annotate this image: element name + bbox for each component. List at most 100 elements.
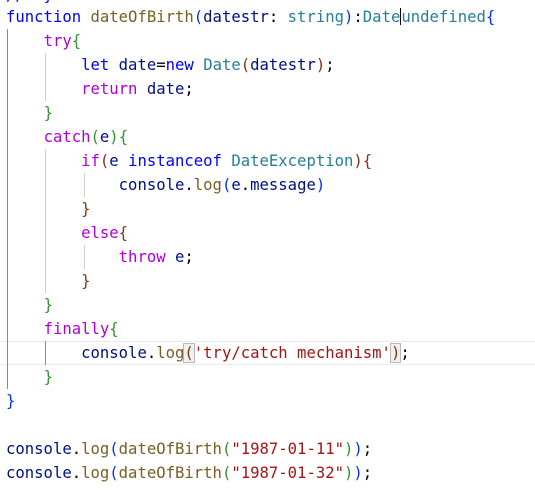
code-token: { [485, 8, 496, 26]
code-token: . [71, 440, 82, 458]
code-token: instanceof [128, 152, 222, 170]
code-token: ( [193, 8, 204, 26]
code-line[interactable]: if(e instanceof DateException){ [6, 149, 535, 173]
code-token: log [81, 464, 110, 482]
code-line[interactable]: finally{ [6, 317, 535, 341]
code-token: . [71, 464, 82, 482]
code-token: } [43, 296, 53, 314]
code-token: log [193, 176, 222, 194]
code-token: ) [353, 464, 363, 482]
code-token: ; [362, 464, 373, 482]
code-token: ; [184, 80, 194, 98]
code-line[interactable]: catch(e){ [6, 125, 535, 149]
code-token: . [184, 176, 194, 194]
code-token: let [81, 56, 110, 74]
code-token: e [231, 176, 241, 194]
code-token: { [71, 32, 82, 50]
code-token: catch [43, 128, 91, 146]
code-line[interactable]: } [6, 269, 535, 293]
code-token: : [268, 8, 288, 26]
code-token: . [240, 176, 251, 194]
code-token: ) [353, 152, 363, 170]
code-token: } [43, 104, 53, 122]
code-token: ) [315, 176, 326, 194]
code-token: { [118, 224, 129, 242]
code-token: throw [118, 248, 166, 266]
code-token: } [6, 392, 16, 410]
code-token: ( [221, 176, 232, 194]
indent-guide [84, 245, 85, 269]
code-line[interactable]: } [6, 389, 535, 413]
code-token: ( [221, 440, 232, 458]
code-line[interactable]: } [6, 293, 535, 317]
code-line[interactable] [6, 413, 535, 437]
code-token: ( [109, 440, 119, 458]
code-token: dateOfBirth [118, 464, 222, 482]
code-token: ) [389, 343, 402, 363]
code-token: "1987-01-11" [231, 440, 345, 458]
code-token: date [146, 80, 185, 98]
code-token: new [165, 56, 194, 74]
code-line[interactable]: } [6, 365, 535, 389]
code-token: string [287, 8, 345, 26]
code-token: try [43, 32, 72, 50]
code-token: { [109, 320, 119, 338]
code-token: datestr [250, 56, 316, 74]
code-line[interactable]: } [6, 101, 535, 125]
code-token: ) [353, 440, 363, 458]
code-token: ( [109, 464, 119, 482]
indent-guide [45, 341, 46, 365]
code-token: . [146, 344, 157, 362]
code-token: ) [344, 8, 354, 26]
code-line[interactable]: try{ [6, 29, 535, 53]
code-editor[interactable]: // } function dateOfBirth(datestr: strin… [0, 0, 535, 490]
code-token: finally [43, 320, 110, 338]
code-token: e [109, 152, 119, 170]
code-token: datestr [203, 8, 269, 26]
code-line[interactable]: console.log(dateOfBirth("1987-01-32")); [6, 461, 535, 485]
code-token: { [118, 128, 129, 146]
code-token: : [353, 8, 363, 26]
indent-guide [45, 53, 46, 101]
code-token: console [6, 464, 72, 482]
code-line[interactable]: console.log(dateOfBirth("1987-01-11")); [6, 437, 535, 461]
indent-guide [84, 173, 85, 197]
code-line[interactable]: } [6, 197, 535, 221]
code-token: Date [362, 8, 401, 26]
code-token: ; [184, 248, 194, 266]
code-token: function [6, 8, 82, 26]
code-token: log [81, 440, 110, 458]
code-line[interactable]: return date; [6, 77, 535, 101]
code-line[interactable]: else{ [6, 221, 535, 245]
code-token: else [81, 224, 119, 242]
code-token: return [81, 80, 138, 98]
code-token: ; [325, 56, 335, 74]
code-token: "1987-01-32" [231, 464, 345, 482]
code-line[interactable]: function dateOfBirth(datestr: string):Da… [6, 5, 535, 29]
code-token: dateOfBirth [90, 8, 194, 26]
code-line[interactable]: let date=new Date(datestr); [6, 53, 535, 77]
code-line[interactable]: throw e; [6, 245, 535, 269]
code-token: DateException [231, 152, 354, 170]
code-line[interactable]: console.log('try/catch mechanism'); [0, 341, 535, 365]
code-token: ( [221, 464, 232, 482]
code-token: date [118, 56, 157, 74]
code-line[interactable]: console.log(e.message) [6, 173, 535, 197]
code-token: Date [203, 56, 241, 74]
